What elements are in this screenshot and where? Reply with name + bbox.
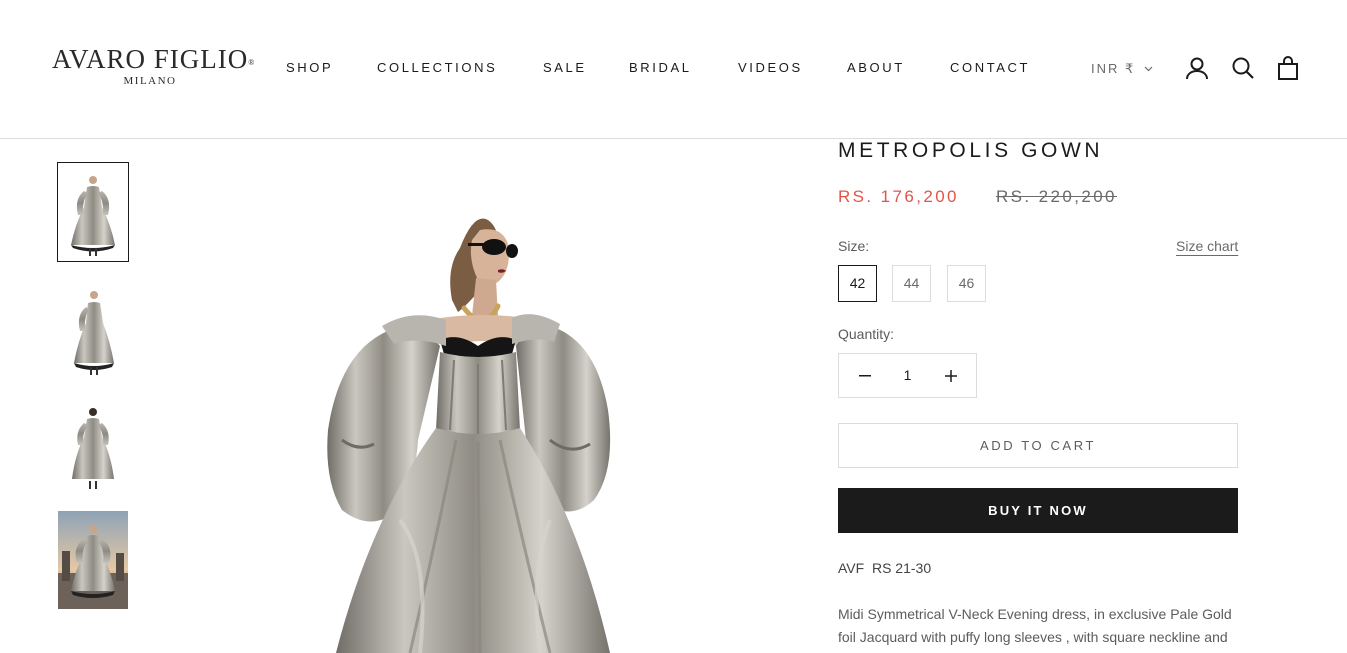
- sale-price: RS. 176,200: [838, 187, 959, 206]
- nav-item-about[interactable]: ABOUT: [847, 60, 905, 75]
- product-sku: AVF RS 21-30: [838, 560, 932, 576]
- compare-at-price: RS. 220,200: [996, 187, 1117, 206]
- size-option-46[interactable]: 46: [947, 265, 986, 302]
- nav-item-bridal[interactable]: BRIDAL: [629, 60, 692, 75]
- size-chart-link[interactable]: Size chart: [1176, 238, 1238, 254]
- plus-icon: [944, 369, 957, 382]
- nav-item-collections[interactable]: COLLECTIONS: [377, 60, 497, 75]
- quantity-increase-button[interactable]: [928, 354, 973, 397]
- nav-item-contact[interactable]: CONTACT: [950, 60, 1030, 75]
- size-label: Size:: [838, 238, 870, 254]
- quantity-input[interactable]: 1: [884, 354, 931, 397]
- brand-logo[interactable]: AVARO FIGLIO® MILANO: [52, 44, 254, 94]
- gown-back-thumbnail-icon: [58, 397, 128, 495]
- currency-selector[interactable]: INR ₹: [1091, 61, 1153, 77]
- metallic-gown-photo-icon: [250, 140, 690, 653]
- cart-icon[interactable]: [1276, 56, 1302, 82]
- size-option-44[interactable]: 44: [892, 265, 931, 302]
- quantity-stepper: 1: [838, 353, 977, 398]
- site-header: AVARO FIGLIO® MILANO SHOP COLLECTIONS SA…: [0, 0, 1347, 139]
- gown-side-thumbnail-icon: [58, 283, 128, 381]
- logo-wordmark: AVARO FIGLIO®: [52, 44, 254, 74]
- logo-registered-mark: ®: [248, 58, 256, 67]
- nav-item-shop[interactable]: SHOP: [286, 60, 333, 75]
- gallery-thumbnail-4[interactable]: [58, 511, 128, 609]
- currency-label: INR ₹: [1091, 61, 1136, 76]
- account-icon[interactable]: [1185, 56, 1211, 82]
- nav-item-videos[interactable]: VIDEOS: [738, 60, 803, 75]
- search-icon[interactable]: [1231, 56, 1257, 82]
- buy-it-now-button[interactable]: BUY IT NOW: [838, 488, 1238, 533]
- gallery-thumbnail-1[interactable]: [57, 162, 129, 262]
- gown-outdoor-thumbnail-icon: [58, 511, 128, 609]
- gallery-thumbnail-2[interactable]: [58, 283, 128, 381]
- gown-front-thumbnail-icon: [58, 163, 128, 261]
- logo-main-text: AVARO FIGLIO: [52, 44, 249, 74]
- quantity-decrease-button[interactable]: [842, 354, 887, 397]
- logo-subtitle: MILANO: [123, 75, 177, 87]
- product-title: METROPOLIS GOWN: [838, 139, 1104, 162]
- product-description: Midi Symmetrical V-Neck Evening dress, i…: [838, 606, 1232, 645]
- gallery-thumbnail-3[interactable]: [58, 397, 128, 495]
- size-option-42[interactable]: 42: [838, 265, 877, 302]
- add-to-cart-button[interactable]: ADD TO CART: [838, 423, 1238, 468]
- minus-icon: [858, 374, 871, 376]
- chevron-down-icon: [1144, 66, 1153, 72]
- nav-item-sale[interactable]: SALE: [543, 60, 587, 75]
- quantity-label: Quantity:: [838, 326, 895, 342]
- main-product-image[interactable]: [250, 140, 690, 653]
